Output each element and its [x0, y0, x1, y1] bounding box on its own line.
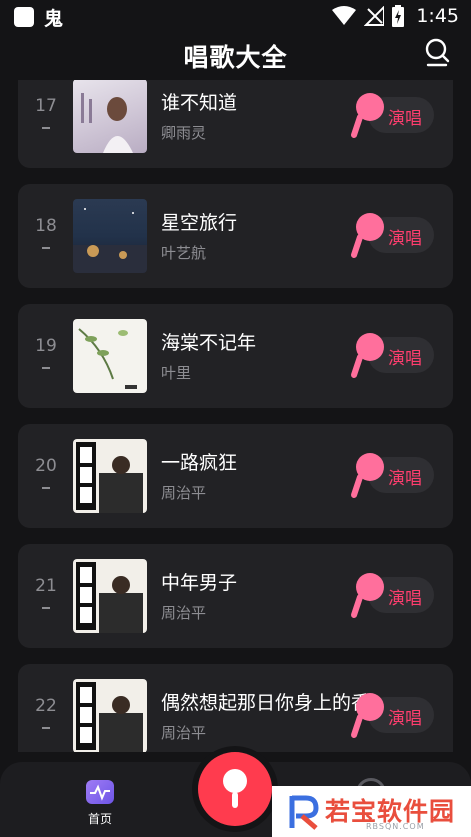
microphone-icon: [351, 573, 384, 618]
rank-trend-dash: [42, 727, 50, 729]
microphone-icon: [351, 213, 384, 258]
user-profile-icon[interactable]: [423, 38, 451, 68]
app-notification-icon: 鬼: [44, 8, 64, 30]
tab-home-label: 首页: [87, 812, 112, 826]
sing-button-label: 演唱: [388, 469, 422, 489]
watermark: 若宝软件园 RBSQN.COM: [272, 786, 471, 837]
song-title: 海棠不记年: [161, 332, 257, 354]
watermark-logo-icon: [289, 795, 319, 830]
rank-trend-dash: [42, 247, 50, 249]
song-title: 星空旅行: [161, 212, 238, 234]
sing-button[interactable]: 演唱: [351, 693, 434, 738]
microphone-icon: [351, 93, 384, 138]
song-artist: 周治平: [161, 604, 207, 622]
song-rank: 21: [35, 576, 57, 596]
no-signal-icon: [364, 6, 385, 26]
wifi-icon: [332, 6, 357, 25]
sing-button[interactable]: 演唱: [351, 93, 434, 138]
microphone-icon: [351, 693, 384, 738]
song-rank: 17: [35, 96, 57, 116]
song-card[interactable]: 18 星空旅行 叶艺航 演唱: [18, 184, 453, 288]
status-bar: 鬼 1:45: [0, 0, 471, 34]
home-waveform-icon: [86, 780, 114, 804]
song-rank: 20: [35, 456, 57, 476]
album-cover: [73, 679, 147, 752]
tab-home[interactable]: 首页: [80, 780, 120, 827]
album-cover: [73, 199, 147, 273]
album-cover: [73, 80, 147, 153]
sing-button-label: 演唱: [388, 109, 422, 129]
song-artist: 周治平: [161, 484, 207, 502]
album-cover: [73, 559, 147, 633]
sing-button[interactable]: 演唱: [351, 213, 434, 258]
song-title: 谁不知道: [161, 92, 238, 114]
sing-button-label: 演唱: [388, 589, 422, 609]
page-title: 唱歌大全: [183, 43, 288, 72]
microphone-icon: [351, 333, 384, 378]
rank-trend-dash: [42, 607, 50, 609]
rank-trend-dash: [42, 367, 50, 369]
song-rank: 22: [35, 696, 57, 716]
rank-trend-dash: [42, 127, 50, 129]
center-sing-button[interactable]: [198, 752, 272, 826]
song-artist: 叶艺航: [161, 244, 207, 262]
song-title: 中年男子: [161, 572, 238, 594]
rank-trend-dash: [42, 487, 50, 489]
watermark-subtext: RBSQN.COM: [366, 822, 425, 831]
song-artist: 周治平: [161, 724, 207, 742]
microphone-icon: [351, 453, 384, 498]
song-list[interactable]: 17 谁不知道 卿雨灵 演唱 18 星空旅行 叶艺航 演唱 19 海棠不记年 叶…: [0, 80, 471, 752]
sing-button-label: 演唱: [388, 229, 422, 249]
song-card[interactable]: 21 中年男子 周治平 演唱: [18, 544, 453, 648]
microphone-icon: [223, 769, 247, 808]
sing-button[interactable]: 演唱: [351, 333, 434, 378]
song-rank: 19: [35, 336, 57, 356]
song-card[interactable]: 19 海棠不记年 叶里 演唱: [18, 304, 453, 408]
album-cover: [73, 439, 147, 513]
battery-charging-icon: [392, 5, 405, 27]
song-card[interactable]: 17 谁不知道 卿雨灵 演唱: [18, 80, 453, 168]
song-artist: 卿雨灵: [161, 124, 207, 142]
clock: 1:45: [416, 5, 459, 27]
app-header: 唱歌大全: [0, 34, 471, 78]
song-title: 偶然想起那日你身上的香: [161, 692, 371, 714]
song-artist: 叶里: [161, 364, 192, 382]
notification-square-icon: [14, 7, 34, 27]
song-rank: 18: [35, 216, 57, 236]
album-cover: [73, 319, 147, 393]
sing-button-label: 演唱: [388, 709, 422, 729]
sing-button-label: 演唱: [388, 349, 422, 369]
song-title: 一路疯狂: [161, 452, 238, 474]
sing-button[interactable]: 演唱: [351, 573, 434, 618]
sing-button[interactable]: 演唱: [351, 453, 434, 498]
song-card[interactable]: 22 偶然想起那日你身上的香 周治平 演唱: [18, 664, 453, 752]
song-card[interactable]: 20 一路疯狂 周治平 演唱: [18, 424, 453, 528]
